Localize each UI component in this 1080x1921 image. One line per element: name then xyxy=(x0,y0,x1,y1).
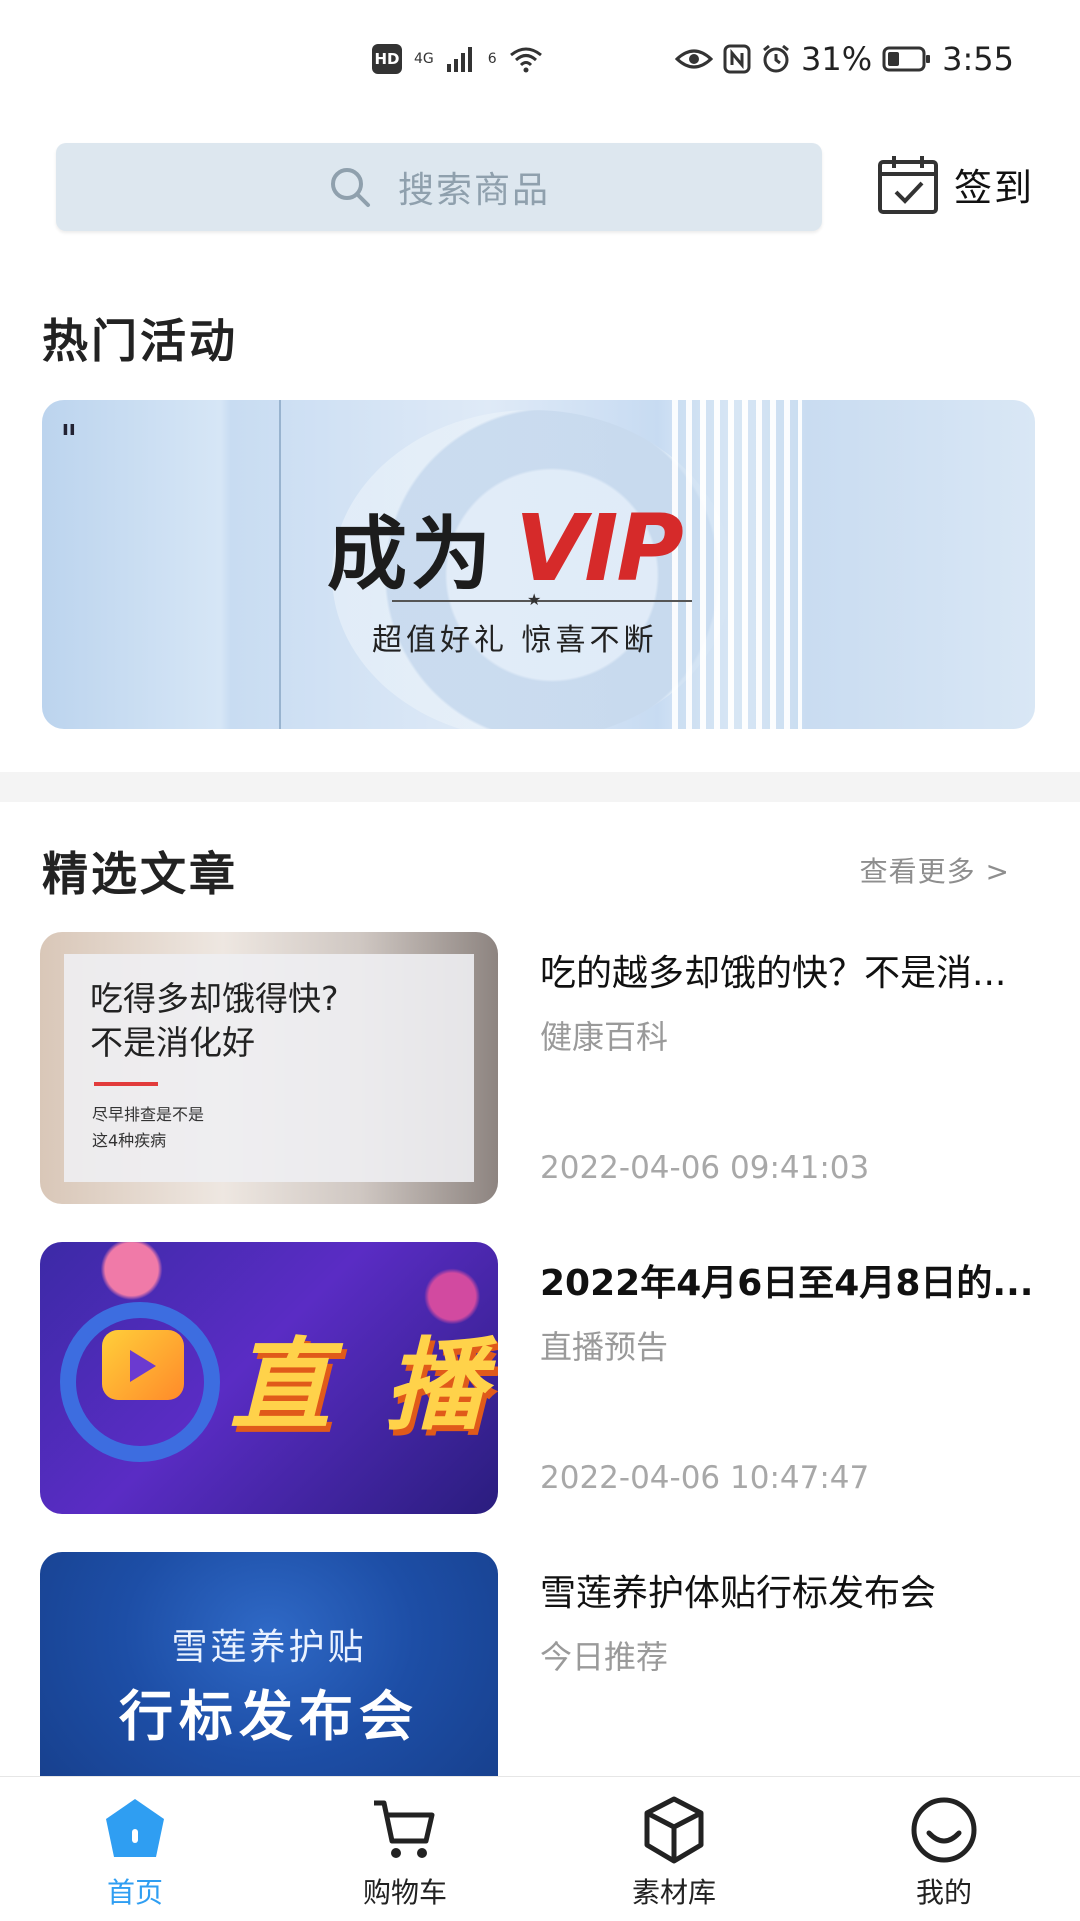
calendar-check-icon xyxy=(878,156,938,214)
search-icon xyxy=(330,168,370,207)
play-icon xyxy=(130,1350,156,1382)
wifi-icon xyxy=(509,47,542,73)
eye-icon xyxy=(675,49,714,69)
nav-label: 素材库 xyxy=(631,1876,716,1909)
nav-materials[interactable]: 素材库 xyxy=(604,1795,744,1911)
hot-activities-title: 热门活动 xyxy=(42,314,238,368)
banner-vip-text: VIP xyxy=(515,494,684,602)
status-right: 31% 3:55 xyxy=(675,40,1014,78)
thumb-accent-bar xyxy=(94,1082,158,1086)
hd-badge: HD xyxy=(372,44,402,74)
banner-main-text: 成为 xyxy=(327,508,495,601)
banner-decoration-stripes xyxy=(672,400,802,729)
banner-subtitle: 超值好礼 惊喜不断 xyxy=(372,623,658,658)
clock: 3:55 xyxy=(942,40,1014,78)
thumb-line: 雪莲养护贴 xyxy=(171,1627,367,1668)
banner-decoration-edge xyxy=(279,400,281,729)
nav-mine[interactable]: 我的 xyxy=(874,1795,1014,1911)
articles-title: 精选文章 xyxy=(42,847,238,901)
battery-icon xyxy=(882,46,931,72)
thumb-live-text: 直 播 xyxy=(230,1327,495,1444)
article-card[interactable]: 吃得多却饿得快? 不是消化好 尽早排查是不是 这4种疾病 吃的越多却饿的快？不是… xyxy=(40,932,1050,1204)
article-title: 雪莲养护体贴行标发布会 xyxy=(540,1573,937,1614)
article-time: 2022-04-06 09:41:03 xyxy=(540,1150,870,1186)
thumb-line: 吃得多却饿得快? xyxy=(90,979,339,1018)
nfc-icon xyxy=(723,44,751,74)
wifi-tag: 6 xyxy=(487,51,497,67)
status-left: HD 4G 6 xyxy=(372,44,543,74)
article-title: 吃的越多却饿的快？不是消... xyxy=(540,953,1007,994)
battery-percent: 31% xyxy=(801,40,873,78)
nav-cart[interactable]: 购物车 xyxy=(335,1795,475,1911)
banner-star-icon: ★ xyxy=(527,590,542,609)
search-placeholder: 搜索商品 xyxy=(397,170,550,211)
banner-logo-icon: ıı xyxy=(62,416,76,440)
nav-label: 我的 xyxy=(915,1876,972,1909)
article-thumbnail: 直 播 xyxy=(40,1242,498,1514)
smile-icon xyxy=(911,1797,977,1863)
thumb-line: 这4种疾病 xyxy=(92,1131,167,1150)
network-type: 4G xyxy=(414,51,434,67)
checkin-label: 签到 xyxy=(954,165,1035,210)
cart-icon xyxy=(374,1800,435,1858)
home-icon xyxy=(106,1799,164,1857)
nav-label: 购物车 xyxy=(362,1876,447,1909)
article-time: 2022-04-06 10:47:47 xyxy=(540,1460,870,1496)
cube-icon xyxy=(644,1796,704,1864)
article-category: 健康百科 xyxy=(540,1018,669,1056)
nav-home[interactable]: 首页 xyxy=(65,1795,205,1911)
article-thumbnail: 吃得多却饿得快? 不是消化好 尽早排查是不是 这4种疾病 xyxy=(40,932,498,1204)
nav-label: 首页 xyxy=(106,1876,163,1909)
thumb-line: 不是消化好 xyxy=(90,1023,255,1062)
article-category: 直播预告 xyxy=(540,1328,669,1366)
article-card[interactable]: 直 播 2022年4月6日至4月8日的... 直播预告 2022-04-06 1… xyxy=(40,1242,1050,1514)
section-divider xyxy=(0,772,1080,802)
thumb-line: 尽早排查是不是 xyxy=(92,1105,205,1124)
signal-icon xyxy=(446,47,472,72)
thumb-headline: 吃得多却饿得快? 不是消化好 xyxy=(90,977,339,1065)
search-input[interactable]: 搜索商品 xyxy=(56,143,822,231)
vip-banner[interactable]: ıı 成为 VIP ★ 超值好礼 惊喜不断 xyxy=(42,400,1035,729)
article-title: 2022年4月6日至4月8日的... xyxy=(540,1263,1034,1304)
thumb-line: 行标发布会 xyxy=(119,1685,419,1748)
status-bar: HD 4G 6 31% 3:55 xyxy=(0,0,1080,110)
article-category: 今日推荐 xyxy=(540,1638,669,1676)
thumb-subtext: 尽早排查是不是 这4种疾病 xyxy=(92,1102,204,1154)
banner-divider xyxy=(392,600,692,602)
bottom-nav: 首页 购物车 素材库 我的 xyxy=(0,1776,1080,1921)
see-more-link[interactable]: 查看更多 > xyxy=(860,850,1010,890)
banner-headline: 成为 VIP xyxy=(327,490,684,606)
alarm-icon xyxy=(763,44,789,73)
checkin-button[interactable]: 签到 xyxy=(876,152,1034,216)
